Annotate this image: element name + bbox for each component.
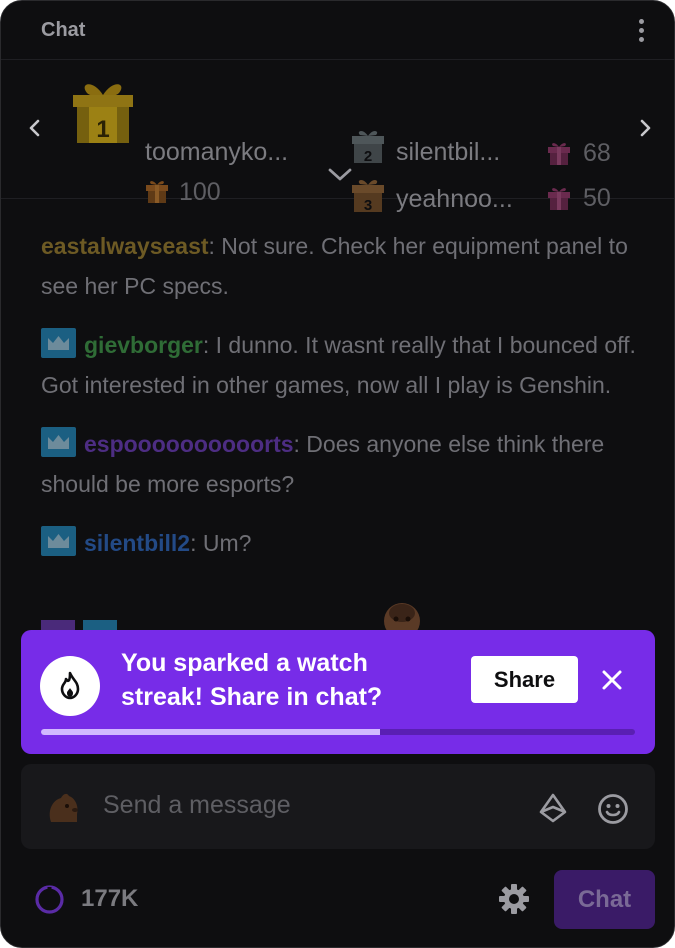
gift-icon xyxy=(548,143,570,165)
svg-text:1: 1 xyxy=(96,116,109,143)
leaderboard-third-name: yeahnoo... xyxy=(396,185,513,213)
chevron-right-icon[interactable] xyxy=(635,118,655,138)
crown-badge-icon xyxy=(41,427,76,457)
watch-streak-banner: You sparked a watch streak! Share in cha… xyxy=(21,630,655,754)
message-text: : Um? xyxy=(190,530,252,556)
smiley-icon[interactable] xyxy=(597,793,629,825)
chat-message: gievborger: I dunno. It wasnt really tha… xyxy=(41,325,641,405)
leaderboard-second-name: silentbil... xyxy=(396,138,501,166)
crown-badge-icon xyxy=(41,328,76,358)
chat-message: silentbill2: Um? xyxy=(41,523,641,563)
streak-message: You sparked a watch streak! Share in cha… xyxy=(121,649,383,711)
leaderboard-first-count: 100 xyxy=(179,178,221,206)
flame-icon xyxy=(60,671,80,700)
chevron-down-icon[interactable] xyxy=(327,166,353,184)
streak-progress-fill xyxy=(41,729,380,735)
chat-panel: Chat 1 toomanyko... 100 2 silentbil... 6… xyxy=(0,0,675,948)
streak-icon-circle xyxy=(40,656,100,716)
svg-text:3: 3 xyxy=(364,197,372,213)
streak-progress-bar xyxy=(41,729,635,735)
close-icon[interactable] xyxy=(599,667,625,693)
viewer-count: 177K xyxy=(81,885,139,912)
bits-icon[interactable] xyxy=(539,793,567,823)
message-input-box[interactable]: Send a message xyxy=(21,764,655,849)
gift-rank-3-icon: 3 xyxy=(352,179,384,213)
message-username[interactable]: silentbill2 xyxy=(84,530,190,556)
gift-icon xyxy=(146,181,168,203)
gear-icon[interactable] xyxy=(497,882,531,916)
gift-rank-1-icon: 1 xyxy=(73,84,133,143)
message-input-placeholder[interactable]: Send a message xyxy=(103,791,291,820)
leaderboard-second-count: 68 xyxy=(583,139,611,167)
chevron-left-icon[interactable] xyxy=(25,118,45,138)
more-options-icon[interactable] xyxy=(634,17,648,45)
leaderboard-third-count: 50 xyxy=(583,184,611,212)
message-username[interactable]: eastalwayseast xyxy=(41,233,209,259)
gift-leaderboard: 1 toomanyko... 100 2 silentbil... 68 3 y… xyxy=(1,60,674,213)
chat-message: eastalwayseast: Not sure. Check her equi… xyxy=(41,226,641,306)
chat-title: Chat xyxy=(41,19,86,41)
message-username[interactable]: gievborger xyxy=(84,332,203,358)
svg-text:2: 2 xyxy=(364,148,372,164)
share-button[interactable]: Share xyxy=(471,656,578,703)
message-username[interactable]: espoooooooooorts xyxy=(84,431,294,457)
avatar-icon xyxy=(49,793,78,822)
chat-send-button[interactable]: Chat xyxy=(554,870,655,929)
chat-messages: eastalwayseast: Not sure. Check her equi… xyxy=(41,226,641,582)
crown-badge-icon xyxy=(41,526,76,556)
gift-icon xyxy=(548,188,570,210)
chat-header: Chat xyxy=(1,1,674,60)
leaderboard-first-name: toomanyko... xyxy=(145,138,289,166)
clock-icon xyxy=(35,885,64,914)
gift-rank-2-icon: 2 xyxy=(352,130,384,164)
chat-message: espoooooooooorts: Does anyone else think… xyxy=(41,424,641,504)
